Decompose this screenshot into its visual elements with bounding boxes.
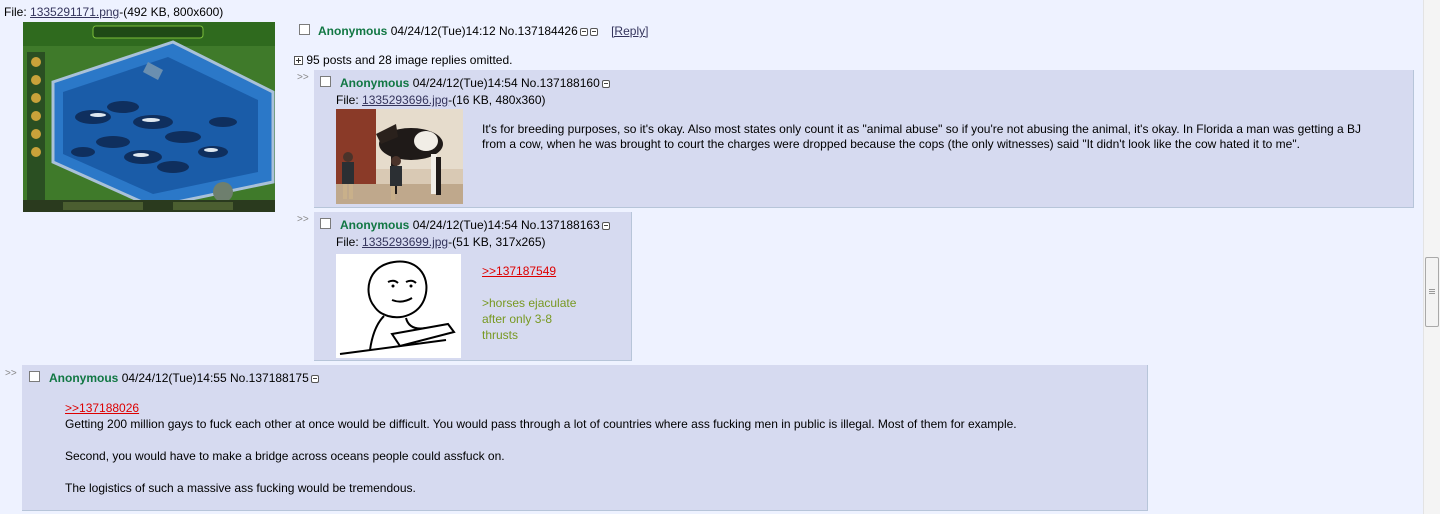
op-file-details: -(492 KB, 800x600) (119, 5, 224, 19)
reply-datetime: 04/24/12(Tue)14:54 (412, 218, 518, 232)
reply-post-137188175: Anonymous 04/24/12(Tue)14:55 No.13718817… (22, 365, 1148, 511)
op-file-prefix: File: (4, 5, 31, 19)
reply-select-checkbox[interactable] (29, 371, 40, 382)
report-icon[interactable] (589, 27, 598, 36)
op-datetime: 04/24/12(Tue)14:12 (390, 24, 496, 38)
reply-arrows: >> (297, 214, 309, 225)
reply-post-number[interactable]: No.137188163 (521, 218, 600, 232)
vertical-scrollbar[interactable] (1423, 0, 1440, 514)
op-thumbnail-image[interactable] (23, 22, 275, 212)
reply-post-number[interactable]: No.137188160 (521, 76, 600, 90)
reply-comment: >>137187549 >horses ejaculate after only… (482, 263, 576, 343)
reply-file-prefix: File: (336, 93, 363, 107)
reply-datetime: 04/24/12(Tue)14:54 (412, 76, 518, 90)
quote-link[interactable]: >>137188026 (65, 401, 139, 415)
report-icon[interactable] (601, 79, 610, 88)
reply-file-prefix: File: (336, 235, 363, 249)
reply-file-link[interactable]: 1335293696.jpg (362, 93, 448, 107)
reply-header: Anonymous 04/24/12(Tue)14:55 No.13718817… (49, 371, 319, 385)
reply-link[interactable]: [Reply] (611, 24, 648, 38)
reply-poster-name: Anonymous (340, 218, 410, 232)
reply-body: It's for breeding purposes, so it's okay… (482, 122, 1362, 151)
reply-thumbnail-image[interactable] (336, 254, 461, 358)
comment-line: Getting 200 million gays to fuck each ot… (65, 417, 1017, 431)
reply-thumbnail-image[interactable] (336, 109, 463, 204)
reply-file-link[interactable]: 1335293699.jpg (362, 235, 448, 249)
comment-line: The logistics of such a massive ass fuck… (65, 481, 416, 495)
reply-datetime: 04/24/12(Tue)14:55 (121, 371, 227, 385)
reply-file-details: -(16 KB, 480x360) (448, 93, 546, 107)
greentext-line: thrusts (482, 328, 519, 342)
reply-file-info: File: 1335293699.jpg-(51 KB, 317x265) (336, 235, 546, 249)
reply-poster-name: Anonymous (49, 371, 119, 385)
reply-header: Anonymous 04/24/12(Tue)14:54 No.13718816… (340, 76, 610, 90)
quote-link[interactable]: >>137187549 (482, 264, 556, 278)
reply-arrows: >> (297, 72, 309, 83)
reply-select-checkbox[interactable] (320, 76, 331, 87)
hide-thread-icon[interactable] (579, 27, 588, 36)
op-header: Anonymous 04/24/12(Tue)14:12 No.13718442… (318, 24, 648, 38)
report-icon[interactable] (601, 221, 610, 230)
reply-arrows: >> (5, 368, 17, 379)
op-file-link[interactable]: 1335291171.png (30, 5, 119, 19)
greentext-line: after only 3-8 (482, 312, 553, 326)
op-select-checkbox[interactable] (299, 24, 310, 35)
omitted-text: 95 posts and 28 image replies omitted. (306, 53, 513, 67)
reply-comment: >>137188026 Getting 200 million gays to … (65, 400, 1135, 496)
reply-poster-name: Anonymous (340, 76, 410, 90)
reply-select-checkbox[interactable] (320, 218, 331, 229)
expand-plus-icon[interactable] (294, 56, 303, 66)
op-poster-name: Anonymous (318, 24, 388, 38)
reply-header: Anonymous 04/24/12(Tue)14:54 No.13718816… (340, 218, 610, 232)
reply-file-details: -(51 KB, 317x265) (448, 235, 546, 249)
op-file-info: File: 1335291171.png-(492 KB, 800x600) (4, 5, 223, 19)
op-post-number[interactable]: No.137184426 (499, 24, 578, 38)
omitted-notice: 95 posts and 28 image replies omitted. (294, 53, 512, 67)
comment-line: Second, you would have to make a bridge … (65, 449, 505, 463)
scrollbar-thumb[interactable] (1425, 257, 1439, 327)
reply-post-137188163: Anonymous 04/24/12(Tue)14:54 No.13718816… (314, 212, 632, 361)
report-icon[interactable] (310, 374, 319, 383)
reply-post-137188160: Anonymous 04/24/12(Tue)14:54 No.13718816… (314, 70, 1414, 208)
reply-file-info: File: 1335293696.jpg-(16 KB, 480x360) (336, 93, 546, 107)
greentext-line: >horses ejaculate (482, 296, 577, 310)
reply-post-number[interactable]: No.137188175 (230, 371, 309, 385)
